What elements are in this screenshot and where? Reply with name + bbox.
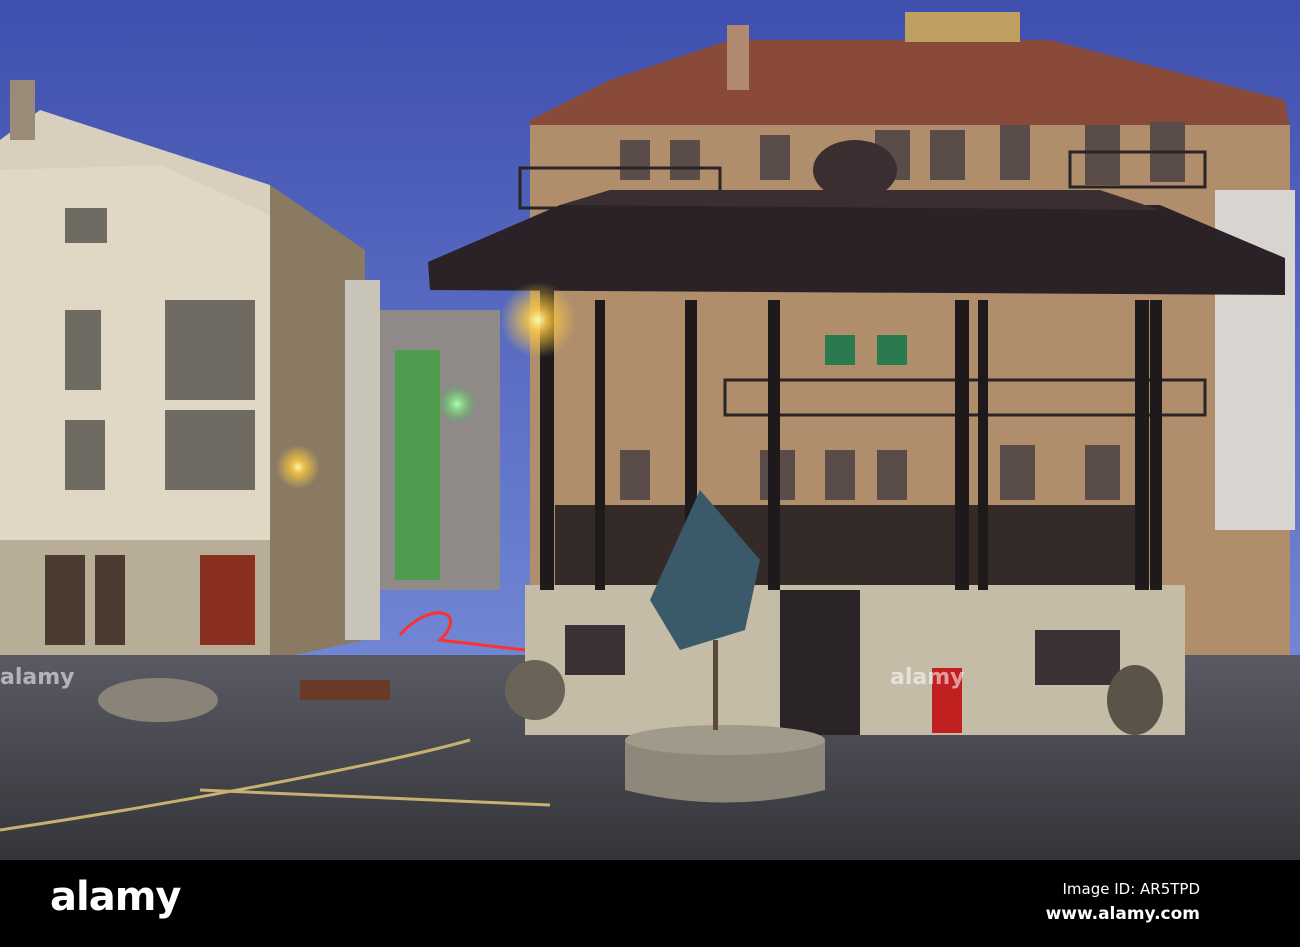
alamy-logo[interactable]: alamy [50,874,181,920]
site-url[interactable]: www.alamy.com [1046,904,1200,924]
watermark-logo: alamy [890,665,965,690]
footer-bar: alamy Image ID: AR5TPD www.alamy.com [0,860,1300,947]
plaza-bandstand-photo [0,0,1300,860]
image-id: Image ID: AR5TPD [1062,880,1200,898]
watermark-logo: alamy [0,665,75,690]
stock-photo: alamy alamy alamy Image ID: AR5TPD www.a… [0,0,1300,947]
